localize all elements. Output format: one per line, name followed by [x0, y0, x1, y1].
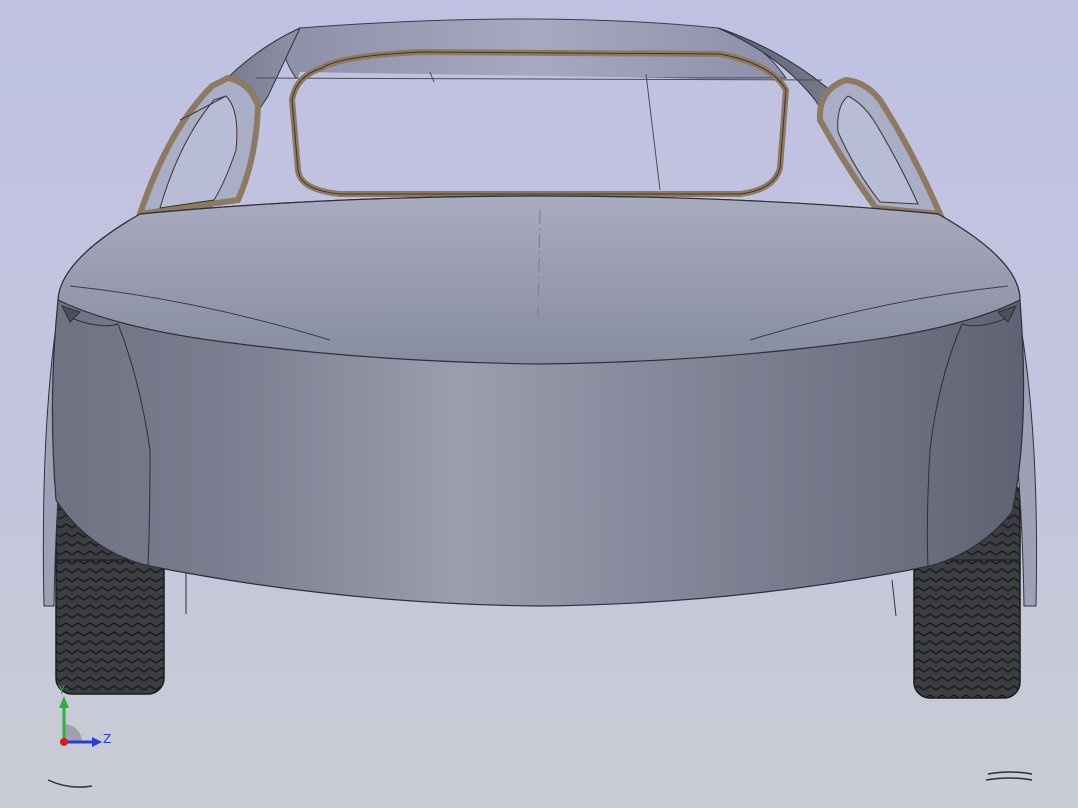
- coordinate-triad[interactable]: Y Z: [52, 684, 122, 754]
- roof-panel: [283, 18, 787, 79]
- ground-mark-left: [47, 779, 93, 788]
- y-axis-label: Y: [58, 683, 66, 697]
- z-axis-label: Z: [103, 732, 112, 746]
- trunk-lid[interactable]: [57, 195, 1021, 365]
- 3d-viewport[interactable]: [0, 0, 1078, 808]
- rear-window-glass: [228, 72, 800, 204]
- ground-mark-right: [985, 771, 1033, 781]
- car-model[interactable]: [0, 0, 1078, 808]
- x-axis-dot: [60, 738, 68, 746]
